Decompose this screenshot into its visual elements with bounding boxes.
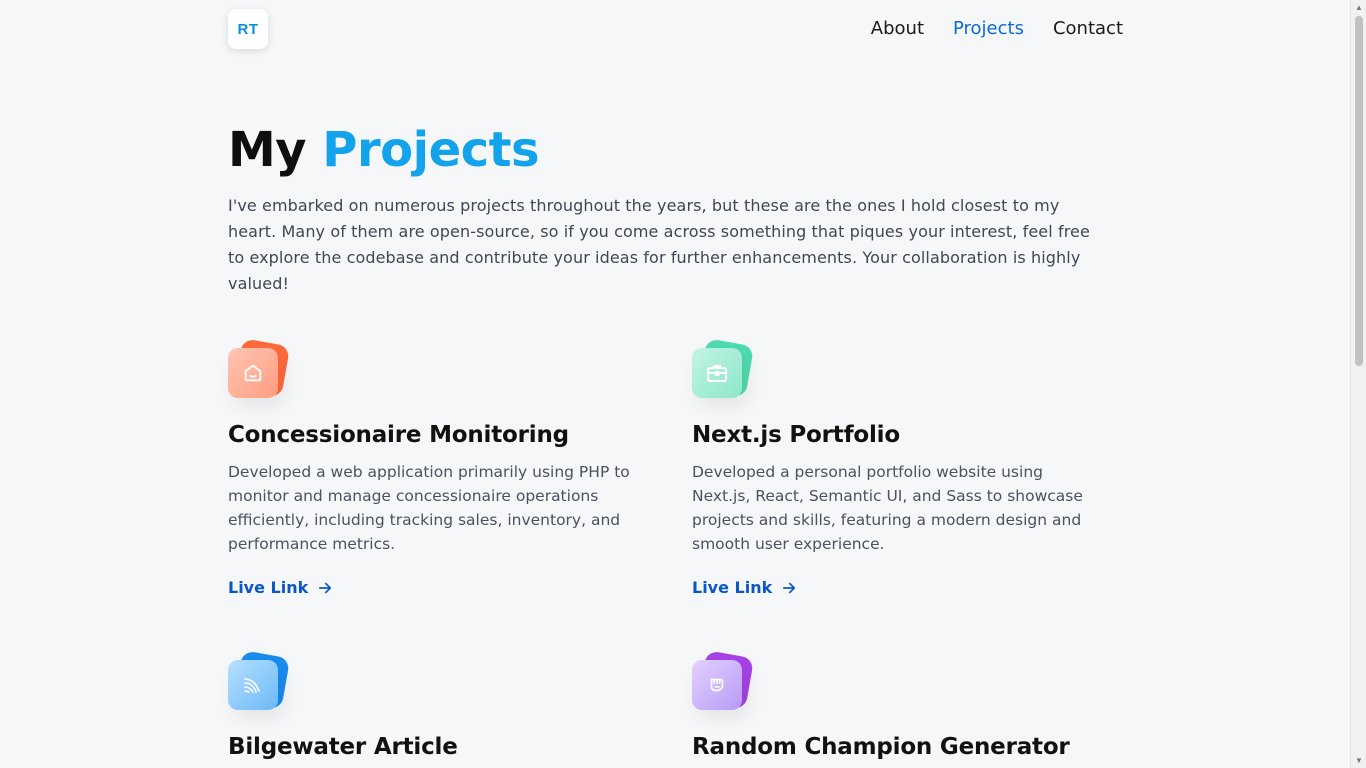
scroll-up-icon[interactable]: ▲	[1355, 3, 1363, 12]
arrow-right-icon	[783, 582, 796, 593]
project-title: Next.js Portfolio	[692, 422, 900, 448]
main-nav: About Projects Contact	[871, 18, 1123, 40]
scrollbar-thumb[interactable]	[1355, 16, 1363, 366]
live-link-label: Live Link	[692, 578, 773, 597]
project-description: Developed a personal portfolio website u…	[692, 463, 1083, 553]
site-logo[interactable]: RT	[228, 9, 268, 49]
wave-icon	[244, 678, 260, 693]
nav-about[interactable]: About	[871, 18, 924, 40]
project-title: Concessionaire Monitoring	[228, 422, 569, 448]
logo-text: RT	[237, 20, 259, 38]
project-icon-badge	[692, 338, 755, 400]
page-title-accent: Projects	[322, 122, 540, 178]
project-icon-badge	[692, 650, 755, 712]
project-description: Developed a web application primarily us…	[228, 463, 630, 553]
live-link[interactable]: Live Link	[692, 578, 798, 597]
page-title-plain: My	[228, 122, 307, 178]
live-link-label: Live Link	[228, 578, 309, 597]
intro-text: I've embarked on numerous projects throu…	[228, 196, 1090, 293]
home-icon	[244, 364, 262, 382]
project-icon-badge	[228, 650, 291, 712]
project-card: Random Champion Generator	[692, 650, 1102, 762]
fist-icon	[710, 678, 724, 692]
project-icon-badge	[228, 338, 291, 400]
project-title: Random Champion Generator	[692, 734, 1070, 760]
nav-projects[interactable]: Projects	[953, 18, 1024, 40]
nav-contact[interactable]: Contact	[1053, 18, 1123, 40]
page-scrollbar[interactable]: ▲ ▼	[1350, 0, 1366, 768]
live-link[interactable]: Live Link	[228, 578, 334, 597]
arrow-right-icon	[319, 582, 332, 593]
project-card: Bilgewater Article	[228, 650, 638, 762]
project-card: Concessionaire Monitoring Developed a we…	[228, 338, 638, 598]
project-card: Next.js Portfolio Developed a personal p…	[692, 338, 1102, 598]
scroll-down-icon[interactable]: ▼	[1355, 756, 1363, 765]
project-title: Bilgewater Article	[228, 734, 458, 760]
briefcase-icon	[707, 365, 727, 382]
page-title: My Projects	[228, 122, 540, 178]
